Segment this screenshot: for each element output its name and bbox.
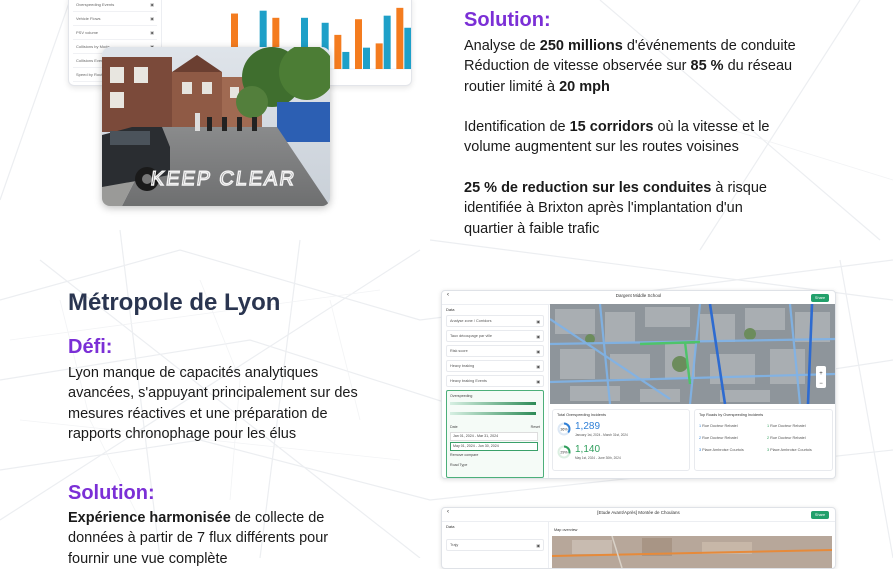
- chart-bar: [375, 43, 383, 69]
- road-marking-text: KEEP CLEAR: [149, 168, 297, 190]
- road-item: 3 Place Ambroise Courtois: [767, 448, 812, 452]
- road-item: 1 Rue Docteur Rebatel: [767, 424, 806, 428]
- chart-bar: [342, 51, 350, 69]
- total-value-1: 1,289: [575, 421, 601, 432]
- road-item: 2 Rue Docteur Rebatel: [699, 436, 738, 440]
- dashboard-title: [Etude Avant/Après] Montée de Choulans: [597, 510, 680, 515]
- defi-heading: Défi:: [68, 336, 113, 358]
- chart-bar: [355, 19, 362, 69]
- map-preview: [552, 536, 832, 568]
- sidebar-row: PSV volume ▣: [73, 26, 157, 40]
- dashboard-sidebar: Data Analyse zone / Corridors ▣ Taux déco…: [442, 304, 549, 478]
- chart-bar: [334, 34, 342, 69]
- satellite-map: + −: [550, 304, 835, 404]
- city-title: Métropole de Lyon: [68, 289, 281, 316]
- svg-text:+: +: [819, 371, 823, 377]
- solution-heading-1: Solution:: [464, 9, 551, 31]
- street-photo: KEEP CLEAR: [102, 47, 330, 206]
- sidebar-item: Heavy braking Events ▣: [446, 375, 544, 387]
- ring-chart-2: 29%: [557, 445, 571, 459]
- road-item: 2 Rue Docteur Rebatel: [767, 436, 806, 440]
- sidebar-item: Taux découpage par ville ▣: [446, 330, 544, 342]
- dashboard-screenshot-2: ‹ Dargent Middle School Share Data Analy…: [441, 290, 836, 479]
- solution-paragraph-2: Identification de 15 corridors où la vit…: [464, 119, 770, 156]
- solution-paragraph-1: Analyse de 250 millions d'événements de …: [464, 38, 796, 95]
- chart-bar: [363, 47, 370, 69]
- sidebar-item: Trajy ▣: [446, 539, 544, 551]
- ring-chart-1: 36%: [557, 422, 571, 436]
- solution-paragraph-3: 25 % de reduction sur les conduites à ri…: [464, 180, 767, 237]
- total-incidents-box: Total Overspeeding Incidents 36% 1,289 J…: [552, 409, 690, 471]
- sidebar-row: Vehicle Flows ▣: [73, 12, 157, 26]
- svg-text:−: −: [819, 381, 823, 387]
- data-label: Data: [446, 307, 455, 312]
- solution-heading-2: Solution:: [68, 482, 155, 504]
- map-overview-label: Map overview: [554, 528, 578, 532]
- overspeeding-panel: Overspeeding Date Reset Jan 01, 2024 - M…: [446, 390, 544, 478]
- chart-bar: [404, 27, 411, 70]
- dashboard-screenshot-3: ‹ [Etude Avant/Après] Montée de Choulans…: [441, 507, 836, 569]
- total-value-2: 1,140: [575, 444, 601, 455]
- sidebar-item: Analyse zone / Corridors ▣: [446, 315, 544, 327]
- dashboard-header: ‹ Dargent Middle School Share: [442, 291, 835, 305]
- road-item: 3 Place Ambroise Courtois: [699, 448, 744, 452]
- dashboard-title: Dargent Middle School: [615, 293, 662, 298]
- top-roads-box: Top Roads by Overspeeding Incidents 1 Ru…: [694, 409, 833, 471]
- dashboard-header: ‹ [Etude Avant/Après] Montée de Choulans…: [442, 508, 835, 522]
- svg-text:36%: 36%: [560, 427, 568, 431]
- sidebar-item: Heavy braking ▣: [446, 360, 544, 372]
- sidebar-row: Overspeeding Events ▣: [73, 0, 157, 12]
- sidebar-item: Risk score ▣: [446, 345, 544, 357]
- share-button: Share: [811, 511, 829, 519]
- stats-area: Total Overspeeding Incidents 36% 1,289 J…: [550, 407, 835, 478]
- svg-text:29%: 29%: [560, 450, 568, 454]
- solution-paragraph-lyon: Expérience harmonisée de collecte de don…: [68, 510, 329, 567]
- road-item: 1 Rue Docteur Rebatel: [699, 424, 738, 428]
- defi-paragraph: Lyon manque de capacités analytiques ava…: [68, 365, 358, 442]
- share-button: Share: [811, 294, 829, 302]
- chart-bar: [383, 15, 391, 69]
- divider: [548, 521, 549, 568]
- data-label: Data: [446, 524, 455, 529]
- chart-bar: [396, 7, 404, 69]
